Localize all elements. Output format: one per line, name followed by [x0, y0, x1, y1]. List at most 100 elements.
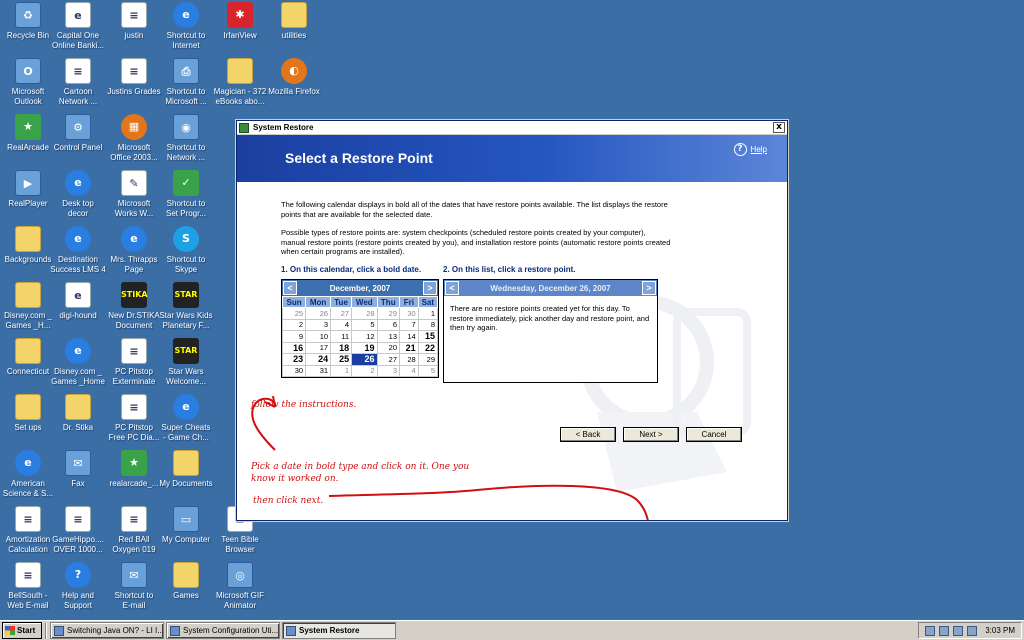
- calendar-day[interactable]: 9: [281, 330, 307, 343]
- desktop-icon[interactable]: e Mrs. Thrapps Page: [106, 224, 162, 275]
- calendar-day[interactable]: 24: [305, 353, 332, 366]
- desktop-icon[interactable]: ✱ IrfanView: [212, 0, 268, 41]
- window-titlebar[interactable]: System Restore x: [237, 121, 787, 135]
- desktop-icon[interactable]: Disney.com _ Games _H...: [0, 280, 56, 331]
- calendar-day[interactable]: 17: [305, 341, 332, 354]
- calendar-day[interactable]: 16: [281, 341, 307, 354]
- calendar-day[interactable]: 28: [399, 353, 419, 366]
- desktop-icon[interactable]: Games: [158, 560, 214, 601]
- calendar-day[interactable]: 3: [305, 318, 332, 331]
- calendar-day[interactable]: 26: [305, 307, 332, 320]
- desktop-icon[interactable]: e Desk top decor: [50, 168, 106, 219]
- desktop-icon[interactable]: ◎ Microsoft GIF Animator: [212, 560, 268, 611]
- desktop-icon[interactable]: ♻ Recycle Bin: [0, 0, 56, 41]
- calendar-day[interactable]: 28: [351, 307, 378, 320]
- desktop-icon[interactable]: ▭ My Computer: [158, 504, 214, 545]
- desktop-icon[interactable]: Magician - 372 eBooks abo...: [212, 56, 268, 107]
- calendar-day[interactable]: 30: [399, 307, 419, 320]
- desktop-icon[interactable]: e Capital One Online Banki...: [50, 0, 106, 51]
- desktop-icon[interactable]: Set ups: [0, 392, 56, 433]
- calendar-day[interactable]: 27: [330, 307, 353, 320]
- calendar-day[interactable]: 2: [281, 318, 307, 331]
- desktop-icon[interactable]: ✉ Fax: [50, 448, 106, 489]
- calendar-day[interactable]: 12: [351, 330, 378, 343]
- desktop-icon[interactable]: ✎ Microsoft Works W...: [106, 168, 162, 219]
- desktop-icon[interactable]: ≡ BellSouth - Web E-mail: [0, 560, 56, 611]
- desktop-icon[interactable]: ▶ RealPlayer: [0, 168, 56, 209]
- desktop-icon[interactable]: ≡ Red BAll Oxygen 019: [106, 504, 162, 555]
- calendar-next-month-button[interactable]: >: [423, 281, 437, 295]
- calendar-day[interactable]: 7: [399, 318, 419, 331]
- calendar-day[interactable]: 21: [399, 341, 419, 354]
- calendar-day[interactable]: 5: [351, 318, 378, 331]
- calendar-day[interactable]: 8: [417, 318, 439, 331]
- list-prev-day-button[interactable]: <: [445, 281, 459, 295]
- help-label[interactable]: Help: [751, 145, 767, 154]
- desktop-icon[interactable]: O Microsoft Outlook: [0, 56, 56, 107]
- calendar-day[interactable]: 22: [417, 341, 439, 354]
- desktop-icon[interactable]: Backgrounds: [0, 224, 56, 265]
- calendar-day[interactable]: 4: [330, 318, 353, 331]
- tray-security-icon[interactable]: [939, 625, 950, 636]
- desktop-icon[interactable]: ≡ Cartoon Network ...: [50, 56, 106, 107]
- tray-volume-icon[interactable]: [953, 625, 964, 636]
- tray-network-icon[interactable]: [925, 625, 936, 636]
- calendar-day[interactable]: 31: [305, 364, 332, 377]
- desktop-icon[interactable]: ≡ Amortization Calculation: [0, 504, 56, 555]
- desktop-icon[interactable]: ? Help and Support: [50, 560, 106, 611]
- calendar-day[interactable]: 5: [417, 364, 439, 377]
- close-button[interactable]: x: [773, 122, 785, 133]
- calendar-day[interactable]: 2: [351, 364, 378, 377]
- desktop-icon[interactable]: e American Science & S...: [0, 448, 56, 499]
- help-link[interactable]: ? Help: [733, 143, 767, 156]
- taskbar-task-button[interactable]: System Configuration Uti...: [166, 622, 280, 639]
- calendar-day[interactable]: 11: [330, 330, 353, 343]
- desktop-icon[interactable]: ★ realarcade_...: [106, 448, 162, 489]
- start-button[interactable]: Start: [2, 622, 42, 639]
- calendar-day[interactable]: 3: [376, 364, 401, 377]
- calendar-day[interactable]: 27: [376, 353, 401, 366]
- desktop-icon[interactable]: e Shortcut to Internet: [158, 0, 214, 51]
- calendar-selected-day[interactable]: 26: [351, 353, 378, 366]
- desktop-icon[interactable]: e Destination Success LMS 4: [50, 224, 106, 275]
- back-button[interactable]: < Back: [560, 427, 616, 442]
- calendar-day[interactable]: 20: [376, 341, 401, 354]
- calendar-day[interactable]: 1: [330, 364, 353, 377]
- desktop-icon[interactable]: STAR Star Wars Kids Planetary F...: [158, 280, 214, 331]
- desktop-icon[interactable]: ≡ PC Pitstop Exterminate: [106, 336, 162, 387]
- desktop-icon[interactable]: utilities: [266, 0, 322, 41]
- taskbar-task-button[interactable]: Switching Java ON? - LI I...: [50, 622, 164, 639]
- calendar-prev-month-button[interactable]: <: [283, 281, 297, 295]
- desktop-icon[interactable]: ◉ Shortcut to Network ...: [158, 112, 214, 163]
- desktop-icon[interactable]: S Shortcut to Skype: [158, 224, 214, 275]
- desktop-icon[interactable]: Dr. Stika: [50, 392, 106, 433]
- calendar-day[interactable]: 10: [305, 330, 332, 343]
- calendar-day[interactable]: 29: [376, 307, 401, 320]
- desktop-icon[interactable]: ★ RealArcade: [0, 112, 56, 153]
- desktop-icon[interactable]: ▦ Microsoft Office 2003...: [106, 112, 162, 163]
- list-next-day-button[interactable]: >: [642, 281, 656, 295]
- calendar-day[interactable]: 4: [399, 364, 419, 377]
- calendar-day[interactable]: 15: [417, 330, 439, 343]
- desktop-icon[interactable]: e digi-hound: [50, 280, 106, 321]
- cancel-button[interactable]: Cancel: [686, 427, 742, 442]
- desktop-icon[interactable]: ≡ Justins Grades: [106, 56, 162, 97]
- calendar-day[interactable]: 1: [417, 307, 439, 320]
- calendar-day[interactable]: 25: [281, 307, 307, 320]
- calendar-day[interactable]: 13: [376, 330, 401, 343]
- taskbar-task-button[interactable]: System Restore: [282, 622, 396, 639]
- desktop-icon[interactable]: ≡ GameHippo.... OVER 1000...: [50, 504, 106, 555]
- calendar-day[interactable]: 14: [399, 330, 419, 343]
- desktop-icon[interactable]: My Documents: [158, 448, 214, 489]
- desktop-icon[interactable]: ⚙ Control Panel: [50, 112, 106, 153]
- calendar-day[interactable]: 30: [281, 364, 307, 377]
- desktop-icon[interactable]: Connecticut: [0, 336, 56, 377]
- next-button[interactable]: Next >: [623, 427, 679, 442]
- desktop-icon[interactable]: e Disney.com _ Games _Home: [50, 336, 106, 387]
- calendar-day[interactable]: 25: [330, 353, 353, 366]
- desktop-icon[interactable]: STAR Star Wars Welcome...: [158, 336, 214, 387]
- desktop-icon[interactable]: ⎙ Shortcut to Microsoft ...: [158, 56, 214, 107]
- desktop-icon[interactable]: ◐ Mozilla Firefox: [266, 56, 322, 97]
- calendar-day[interactable]: 29: [417, 353, 439, 366]
- calendar-day[interactable]: 18: [330, 341, 353, 354]
